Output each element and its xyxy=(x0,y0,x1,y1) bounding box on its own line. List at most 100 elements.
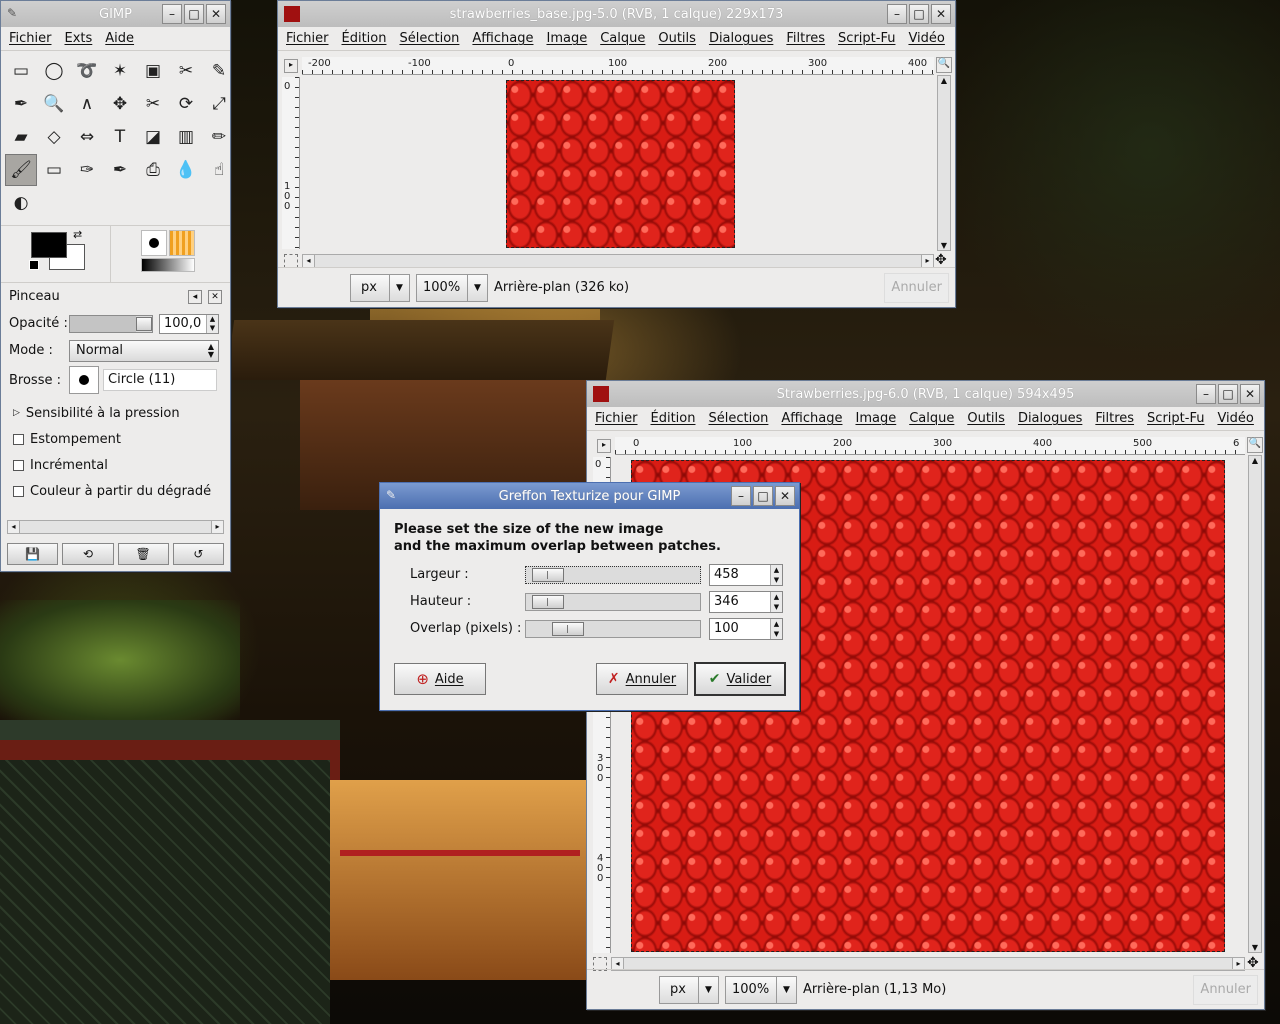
zoom-selector[interactable]: 100% ▼ xyxy=(416,273,488,302)
height-spinbutton[interactable]: 346 ▲ ▼ xyxy=(709,590,783,613)
vertical-scrollbar[interactable]: ▲ ▼ xyxy=(1248,455,1262,953)
width-value[interactable]: 458 xyxy=(710,565,770,585)
quick-mask-corner-icon[interactable]: ▸ xyxy=(597,439,611,453)
maximize-button[interactable]: □ xyxy=(184,4,204,24)
pressure-expander[interactable]: ▷ Sensibilité à la pression xyxy=(1,400,230,426)
close-button[interactable]: ✕ xyxy=(1240,384,1260,404)
reset-options-button[interactable]: ↺ xyxy=(172,543,224,565)
image-strawberries-base[interactable] xyxy=(506,80,735,248)
height-value[interactable]: 346 xyxy=(710,592,770,612)
select-by-color-icon[interactable]: ▣ xyxy=(137,55,169,87)
menu-fichier[interactable]: Fichier xyxy=(9,31,52,46)
overlap-value[interactable]: 100 xyxy=(710,619,770,639)
menu-image[interactable]: Image xyxy=(855,411,896,426)
scroll-down-icon[interactable]: ▼ xyxy=(938,241,950,250)
foreground-color-swatch[interactable] xyxy=(31,232,67,258)
menu-filtres[interactable]: Filtres xyxy=(786,31,825,46)
close-button[interactable]: ✕ xyxy=(775,486,795,506)
bucket-fill-icon[interactable]: ◪ xyxy=(137,121,169,153)
navigation-move-icon[interactable]: ✥ xyxy=(935,252,947,268)
check-incremental[interactable]: Incrémental xyxy=(1,452,230,478)
move-icon[interactable]: ✥ xyxy=(104,88,136,120)
clone-icon[interactable]: ⎙ xyxy=(137,154,169,186)
menu-selection[interactable]: Sélection xyxy=(708,411,768,426)
zoom-to-fit-icon[interactable] xyxy=(284,254,298,268)
scroll-up-icon[interactable]: ▲ xyxy=(938,76,950,85)
scroll-left-icon[interactable]: ◂ xyxy=(303,255,315,267)
opacity-spinbutton[interactable]: 100,0 ▲ ▼ xyxy=(159,313,219,334)
panel-menu-icon[interactable]: ◂ xyxy=(188,289,202,304)
toolbox-titlebar[interactable]: ✎ GIMP – □ ✕ xyxy=(1,1,230,27)
menu-affichage[interactable]: Affichage xyxy=(472,31,533,46)
opacity-spin-arrows[interactable]: ▲ ▼ xyxy=(206,314,218,333)
minimize-button[interactable]: – xyxy=(1196,384,1216,404)
scale-icon[interactable]: ⤢ xyxy=(203,88,235,120)
dodge-burn-icon[interactable]: ◐ xyxy=(5,187,37,219)
swap-colors-icon[interactable]: ⇄ xyxy=(73,228,82,241)
horizontal-scrollbar[interactable]: ◂ ▸ xyxy=(302,254,934,268)
menu-image[interactable]: Image xyxy=(546,31,587,46)
menu-aide[interactable]: Aide xyxy=(105,31,134,46)
panel-close-icon[interactable]: ✕ xyxy=(208,289,222,304)
spin-arrows-icon[interactable]: ▲ ▼ xyxy=(770,591,782,612)
height-slider-handle[interactable] xyxy=(532,594,564,609)
save-options-button[interactable]: 💾 xyxy=(7,543,59,565)
cancel-button[interactable]: ✗ Annuler xyxy=(596,663,688,695)
menu-dialogues[interactable]: Dialogues xyxy=(1018,411,1082,426)
mode-dropdown[interactable]: Normal ▲ ▼ xyxy=(69,339,219,362)
menu-video[interactable]: Vidéo xyxy=(1217,411,1253,426)
cancel-button-disabled[interactable]: Annuler xyxy=(1193,974,1258,1005)
perspective-icon[interactable]: ◇ xyxy=(38,121,70,153)
menu-fichier[interactable]: Fichier xyxy=(595,411,638,426)
cancel-button-disabled[interactable]: Annuler xyxy=(884,272,949,303)
overlap-spinbutton[interactable]: 100 ▲ ▼ xyxy=(709,617,783,640)
minimize-button[interactable]: – xyxy=(887,4,907,24)
spin-arrows-icon[interactable]: ▲ ▼ xyxy=(770,564,782,585)
scroll-right-icon[interactable]: ▸ xyxy=(211,521,223,533)
minimize-button[interactable]: – xyxy=(731,486,751,506)
unit-selector[interactable]: px ▼ xyxy=(350,273,410,302)
overlap-slider-handle[interactable] xyxy=(552,621,584,636)
opacity-slider-handle[interactable] xyxy=(136,316,152,331)
paths-icon[interactable]: ✎ xyxy=(203,55,235,87)
maximize-button[interactable]: □ xyxy=(909,4,929,24)
opacity-value[interactable]: 100,0 xyxy=(160,316,206,331)
scroll-left-icon[interactable]: ◂ xyxy=(8,521,20,533)
ink-icon[interactable]: ✒ xyxy=(104,154,136,186)
check-gradient-color[interactable]: Couleur à partir du dégradé xyxy=(1,478,230,504)
menu-calque[interactable]: Calque xyxy=(600,31,645,46)
text-icon[interactable]: T xyxy=(104,121,136,153)
menu-script-fu[interactable]: Script-Fu xyxy=(838,31,895,46)
horizontal-ruler[interactable]: -200 -100 0 100 200 300 400 xyxy=(302,57,934,75)
vertical-scrollbar[interactable]: ▲ ▼ xyxy=(937,75,951,251)
checkbox-incremental[interactable] xyxy=(13,459,24,471)
rect-select-icon[interactable]: ▭ xyxy=(5,55,37,87)
measure-icon[interactable]: ∧ xyxy=(71,88,103,120)
width-slider-handle[interactable] xyxy=(532,567,564,582)
minimize-button[interactable]: – xyxy=(162,4,182,24)
opacity-slider[interactable] xyxy=(69,314,153,333)
shear-icon[interactable]: ▰ xyxy=(5,121,37,153)
blur-icon[interactable]: 💧 xyxy=(170,154,202,186)
canvas-area[interactable] xyxy=(302,77,934,249)
eraser-icon[interactable]: ▭ xyxy=(38,154,70,186)
navigate-icon[interactable]: 🔍 xyxy=(1247,437,1263,453)
width-slider[interactable] xyxy=(525,565,701,584)
checkbox-gradient-color[interactable] xyxy=(13,485,24,497)
color-picker-icon[interactable]: ✒ xyxy=(5,88,37,120)
check-estompement[interactable]: Estompement xyxy=(1,426,230,452)
help-button[interactable]: ⊕ Aide xyxy=(394,663,486,695)
delete-options-button[interactable]: 🗑 xyxy=(117,543,169,565)
tool-options-scrollbar[interactable]: ◂ ▸ xyxy=(7,520,224,534)
active-brush-preview[interactable] xyxy=(141,230,167,256)
menu-affichage[interactable]: Affichage xyxy=(781,411,842,426)
menu-script-fu[interactable]: Script-Fu xyxy=(1147,411,1204,426)
brush-preview-button[interactable] xyxy=(69,366,99,394)
menu-edition[interactable]: Édition xyxy=(651,411,696,426)
lasso-icon[interactable]: ➰ xyxy=(71,55,103,87)
default-colors-icon[interactable] xyxy=(29,260,39,270)
scroll-up-icon[interactable]: ▲ xyxy=(1249,456,1261,465)
menu-edition[interactable]: Édition xyxy=(342,31,387,46)
fuzzy-select-icon[interactable]: ✶ xyxy=(104,55,136,87)
flip-icon[interactable]: ⇔ xyxy=(71,121,103,153)
